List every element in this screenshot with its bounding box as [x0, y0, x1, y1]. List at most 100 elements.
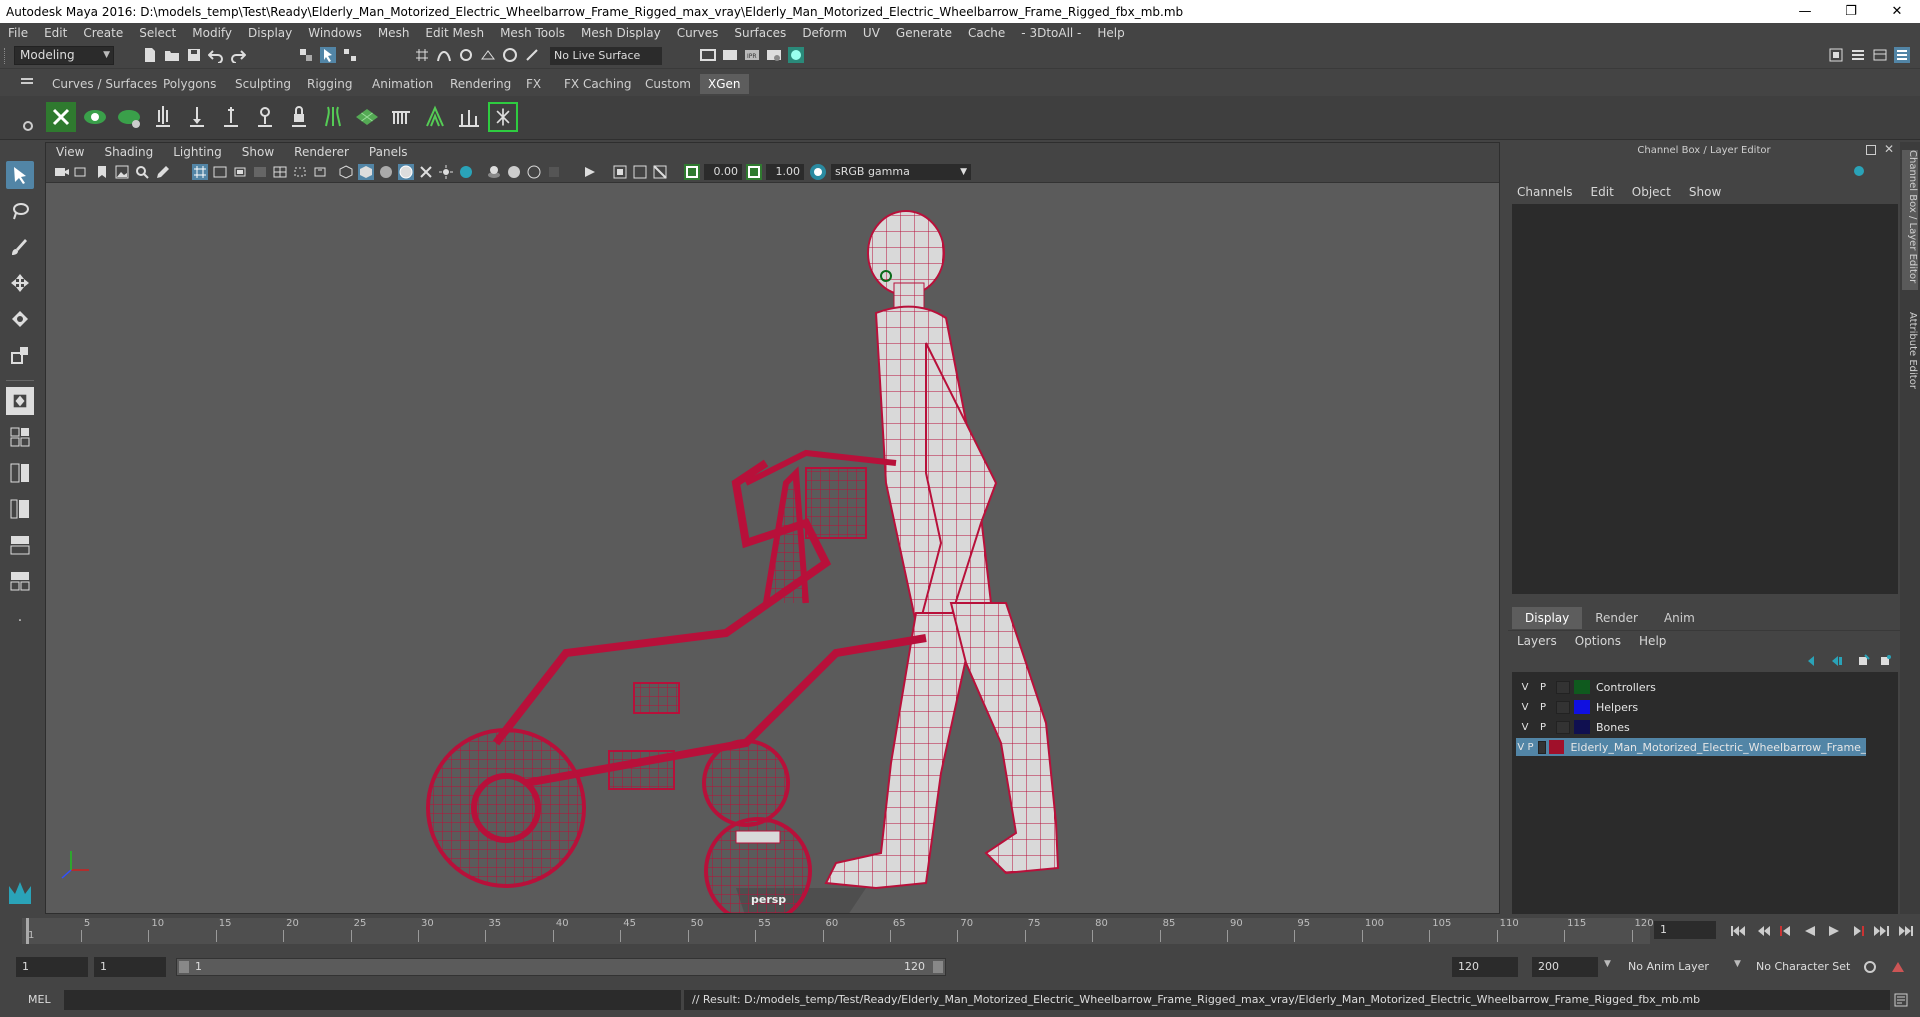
- layer-row-selected[interactable]: V P Elderly_Man_Motorized_Electric_Wheel…: [1516, 738, 1866, 756]
- step-back-key-icon[interactable]: [1754, 925, 1770, 937]
- play-forwards-icon[interactable]: [1826, 925, 1842, 937]
- script-language-label[interactable]: MEL: [28, 993, 51, 1006]
- menu-uv[interactable]: UV: [855, 26, 888, 40]
- use-all-lights-icon[interactable]: [438, 164, 454, 180]
- menu-select[interactable]: Select: [131, 26, 184, 40]
- viewport-menu-show[interactable]: Show: [232, 145, 284, 159]
- move-tool-icon[interactable]: [6, 269, 34, 297]
- xgen-place-guide-icon[interactable]: [182, 102, 212, 132]
- step-back-frame-icon[interactable]: [1778, 925, 1794, 937]
- viewport-menu-shading[interactable]: Shading: [94, 145, 163, 159]
- move-layer-down-icon[interactable]: [1830, 654, 1844, 668]
- float-panel-icon[interactable]: [1866, 145, 1876, 155]
- view-transform-dropdown[interactable]: sRGB gamma ▼: [831, 164, 971, 180]
- single-view-layout-icon[interactable]: [6, 387, 34, 415]
- perspective-viewport[interactable]: persp: [46, 183, 1499, 913]
- render-view-icon[interactable]: [700, 47, 716, 63]
- save-scene-icon[interactable]: [186, 47, 202, 63]
- channel-box-menu-show[interactable]: Show: [1680, 182, 1730, 202]
- menu-file[interactable]: File: [0, 26, 36, 40]
- viewport-menu-renderer[interactable]: Renderer: [284, 145, 359, 159]
- close-panel-icon[interactable]: ✕: [1884, 142, 1894, 156]
- grease-pencil-icon[interactable]: [154, 164, 170, 180]
- wireframe-icon[interactable]: [338, 164, 354, 180]
- figure-front-leg[interactable]: [949, 602, 1060, 875]
- camera-select-icon[interactable]: [54, 164, 70, 180]
- layer-tab-display[interactable]: Display: [1512, 607, 1583, 629]
- menu-edit-mesh[interactable]: Edit Mesh: [417, 26, 492, 40]
- channel-box-toggle-icon[interactable]: [1894, 47, 1910, 63]
- shelf-tab-polygons[interactable]: Polygons: [155, 74, 224, 94]
- layer-playback-toggle[interactable]: P: [1534, 682, 1552, 693]
- new-layer-icon[interactable]: [1856, 654, 1870, 668]
- bookmark-icon[interactable]: [94, 164, 110, 180]
- gamma-icon[interactable]: [746, 164, 762, 180]
- camera-attributes-icon[interactable]: [74, 164, 90, 180]
- xray-icon[interactable]: [418, 164, 434, 180]
- range-start-handle[interactable]: [179, 961, 189, 973]
- menu-deform[interactable]: Deform: [794, 26, 855, 40]
- smooth-shade-icon[interactable]: [358, 164, 374, 180]
- layer-color-swatch[interactable]: [1574, 720, 1590, 734]
- render-frame-icon[interactable]: [722, 47, 738, 63]
- close-icon[interactable]: ✕: [1874, 0, 1920, 23]
- layer-display-type-toggle[interactable]: [1556, 720, 1570, 734]
- shelf-tab-fx[interactable]: FX: [518, 74, 549, 94]
- layer-playback-toggle[interactable]: P: [1534, 722, 1552, 733]
- shelf-tab-xgen[interactable]: XGen: [700, 74, 749, 94]
- two-view-layout-icon[interactable]: [6, 459, 34, 487]
- xgen-clumping-icon[interactable]: [420, 102, 450, 132]
- chevron-down-icon[interactable]: ▼: [1734, 959, 1741, 969]
- menu-edit[interactable]: Edit: [36, 26, 75, 40]
- snap-view-plane-icon[interactable]: [480, 47, 496, 63]
- wheelbarrow-battery[interactable]: [633, 682, 680, 714]
- viewport-menu-panels[interactable]: Panels: [359, 145, 418, 159]
- channel-box-menu-edit[interactable]: Edit: [1582, 182, 1623, 202]
- menu-windows[interactable]: Windows: [300, 26, 370, 40]
- hypershade-layout-icon[interactable]: [6, 567, 34, 595]
- step-forward-frame-icon[interactable]: [1850, 925, 1866, 937]
- new-layer-from-selection-icon[interactable]: [1878, 654, 1892, 668]
- grid-toggle-icon[interactable]: [192, 164, 208, 180]
- minimize-icon[interactable]: —: [1782, 0, 1828, 23]
- menu-mesh-tools[interactable]: Mesh Tools: [492, 26, 573, 40]
- layer-menu-options[interactable]: Options: [1566, 631, 1630, 650]
- ipr-render-icon[interactable]: IPR: [744, 47, 760, 63]
- shelf-menu-icon[interactable]: [21, 78, 33, 80]
- layer-playback-toggle[interactable]: P: [1526, 742, 1536, 753]
- xgen-lock-guide-icon[interactable]: [284, 102, 314, 132]
- attribute-editor-toggle-icon[interactable]: [1850, 47, 1866, 63]
- channel-box-menu-object[interactable]: Object: [1623, 182, 1680, 202]
- command-input[interactable]: [64, 990, 681, 1010]
- exposure-icon[interactable]: [684, 164, 700, 180]
- select-by-component-icon[interactable]: [342, 47, 358, 63]
- side-tab-channel-box[interactable]: Channel Box / Layer Editor: [1902, 150, 1918, 290]
- shelf-tab-rigging[interactable]: Rigging: [299, 74, 360, 94]
- menu-help[interactable]: Help: [1089, 26, 1132, 40]
- xgen-grid-icon[interactable]: [352, 102, 382, 132]
- layer-visibility-toggle[interactable]: V: [1516, 722, 1534, 733]
- xgen-preview-icon[interactable]: [80, 102, 110, 132]
- safe-title-icon[interactable]: [312, 164, 328, 180]
- hypershade-icon[interactable]: [788, 47, 804, 63]
- shelf-tab-custom[interactable]: Custom: [637, 74, 699, 94]
- layer-visibility-toggle[interactable]: V: [1516, 702, 1534, 713]
- layer-visibility-toggle[interactable]: V: [1516, 682, 1534, 693]
- safe-action-icon[interactable]: [292, 164, 308, 180]
- side-tab-attribute-editor[interactable]: Attribute Editor: [1902, 312, 1918, 402]
- xgen-editor-icon[interactable]: [46, 102, 76, 132]
- four-view-layout-icon[interactable]: [6, 423, 34, 451]
- rotate-tool-icon[interactable]: [6, 305, 34, 333]
- select-by-object-icon[interactable]: [320, 47, 336, 63]
- chevron-down-icon[interactable]: ▼: [1604, 959, 1611, 969]
- tool-settings-toggle-icon[interactable]: [1872, 47, 1888, 63]
- layer-color-swatch[interactable]: [1574, 680, 1590, 694]
- layer-color-swatch[interactable]: [1549, 740, 1565, 754]
- 2d-pan-zoom-icon[interactable]: [134, 164, 150, 180]
- snap-curve-icon[interactable]: [436, 47, 452, 63]
- shelf-tab-fx-caching[interactable]: FX Caching: [556, 74, 639, 94]
- layer-display-type-toggle[interactable]: [1556, 680, 1570, 694]
- layer-row[interactable]: V P Helpers: [1516, 698, 1876, 716]
- main-wheel[interactable]: [426, 728, 586, 888]
- layer-row[interactable]: V P Controllers: [1516, 678, 1876, 696]
